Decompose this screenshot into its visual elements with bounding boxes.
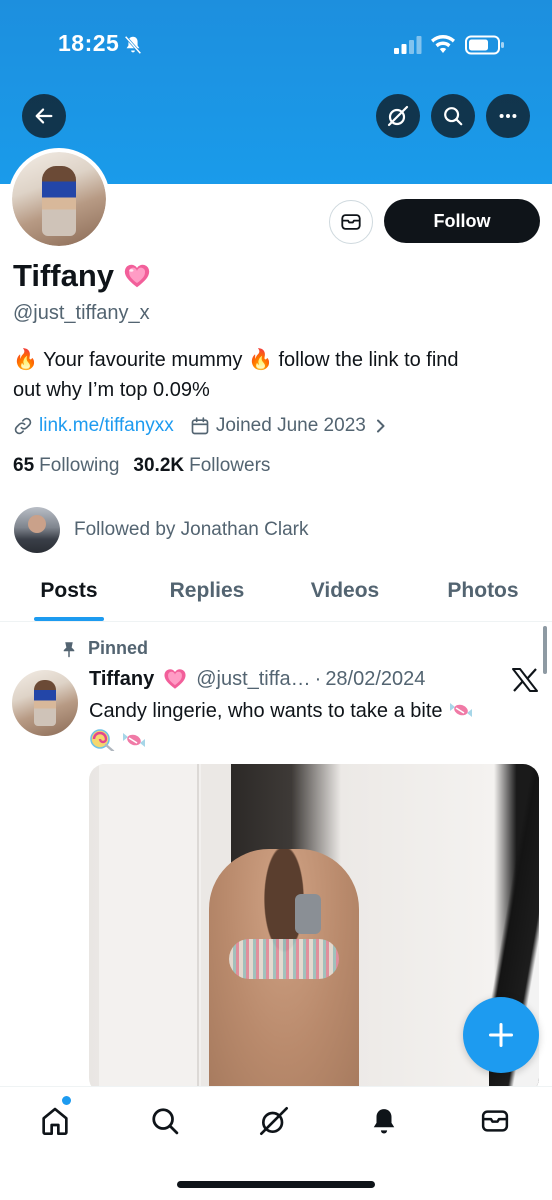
image-wardrobe: [99, 764, 199, 1094]
notifications-icon: [373, 1109, 395, 1134]
profile-avatar[interactable]: [8, 148, 110, 250]
tab-videos-label: Videos: [310, 579, 380, 602]
nav-notifications[interactable]: [366, 1103, 402, 1139]
back-arrow-icon: [35, 108, 53, 124]
bell-slash-icon: [124, 35, 142, 55]
chevron-right-icon[interactable]: [374, 419, 388, 433]
tab-posts-label: Posts: [40, 579, 98, 602]
bio-line-2: out why I’m top 0.09%: [13, 379, 210, 401]
bio-line-1: 🔥 Your favourite mummy 🔥 follow the link…: [13, 349, 459, 371]
tab-replies-label: Replies: [169, 579, 245, 602]
followers-count: 30.2K: [133, 455, 185, 476]
grok-icon: [260, 1107, 288, 1135]
candy-icon: [450, 703, 473, 717]
tweet-text-content: Candy lingerie, who wants to take a bite: [89, 700, 443, 722]
profile-handle: @just_tiffany_x: [13, 302, 150, 324]
plus-icon: [488, 1022, 514, 1048]
following-label: Following: [39, 455, 120, 476]
tweet-text: Candy lingerie, who wants to take a bite: [89, 696, 539, 756]
follower-avatar: [14, 507, 60, 553]
x-logo-icon: [512, 668, 538, 692]
envelope-icon: [341, 214, 361, 230]
search-icon: [444, 107, 463, 126]
more-icon: [499, 113, 517, 119]
image-phone: [295, 894, 321, 934]
grok-icon: [387, 105, 409, 127]
nav-search[interactable]: [147, 1103, 183, 1139]
message-button[interactable]: [329, 200, 373, 244]
back-button[interactable]: [22, 94, 66, 138]
tab-posts[interactable]: Posts: [0, 566, 138, 621]
nav-home[interactable]: [37, 1103, 73, 1139]
battery-icon: [465, 35, 504, 55]
calendar-icon: [191, 417, 209, 435]
tweet-author-name[interactable]: Tiffany: [89, 668, 154, 691]
profile-tabs: Posts Replies Videos Photos: [0, 566, 552, 622]
lollipop-icon: [90, 729, 115, 751]
status-bar: 18:25: [0, 0, 552, 90]
home-icon: [42, 1107, 68, 1135]
cellular-signal-icon: [394, 36, 422, 54]
following-link[interactable]: 65 Following: [13, 455, 119, 477]
active-tab-indicator: [34, 617, 104, 621]
pink-heart-icon: [164, 669, 186, 689]
following-count: 65: [13, 455, 35, 476]
followers-label: Followers: [189, 455, 271, 476]
compose-button[interactable]: [463, 997, 539, 1073]
followed-by-row[interactable]: Followed by Jonathan Clark: [14, 507, 308, 553]
tab-replies[interactable]: Replies: [138, 566, 276, 621]
follow-stats: 65 Following 30.2K Followers: [13, 455, 284, 477]
more-button[interactable]: [486, 94, 530, 138]
image-candy-top: [229, 939, 339, 979]
profile-name-row: Tiffany: [13, 258, 152, 294]
tab-photos-label: Photos: [447, 579, 519, 602]
new-posts-dot: [62, 1096, 71, 1105]
nav-messages[interactable]: [477, 1103, 513, 1139]
scrollbar[interactable]: [543, 626, 547, 674]
tweet-header: Tiffany @just_tiffa… · 28/02/2024: [89, 666, 425, 692]
home-indicator: [177, 1181, 375, 1188]
pinned-label: Pinned: [88, 638, 149, 658]
tweet-separator: ·: [314, 667, 322, 690]
follow-button[interactable]: Follow: [384, 199, 540, 243]
pink-heart-icon: [124, 264, 150, 288]
grok-button[interactable]: [376, 94, 420, 138]
search-button[interactable]: [431, 94, 475, 138]
tweet-author-avatar[interactable]: [12, 670, 78, 736]
link-icon: [14, 417, 32, 435]
nav-grok[interactable]: [256, 1103, 292, 1139]
messages-icon: [481, 1110, 509, 1132]
pinned-indicator: Pinned: [60, 638, 148, 659]
profile-meta-row: link.me/tiffanyxx Joined June 2023: [13, 413, 388, 439]
status-time: 18:25: [58, 30, 120, 56]
tab-videos[interactable]: Videos: [276, 566, 414, 621]
candy-icon: [122, 733, 145, 747]
search-icon: [152, 1108, 179, 1135]
followed-by-text: Followed by Jonathan Clark: [74, 519, 309, 540]
joined-date: Joined June 2023: [215, 415, 366, 436]
tweet-date[interactable]: 28/02/2024: [325, 668, 425, 691]
tweet-author-handle[interactable]: @just_tiffa…: [196, 668, 310, 691]
profile-bio: 🔥 Your favourite mummy 🔥 follow the link…: [13, 345, 538, 405]
profile-name: Tiffany: [13, 258, 115, 293]
profile-link[interactable]: link.me/tiffanyxx: [39, 415, 174, 437]
wifi-icon: [431, 35, 455, 53]
pin-icon: [63, 641, 75, 657]
tab-photos[interactable]: Photos: [414, 566, 552, 621]
followers-link[interactable]: 30.2K Followers: [133, 455, 270, 477]
